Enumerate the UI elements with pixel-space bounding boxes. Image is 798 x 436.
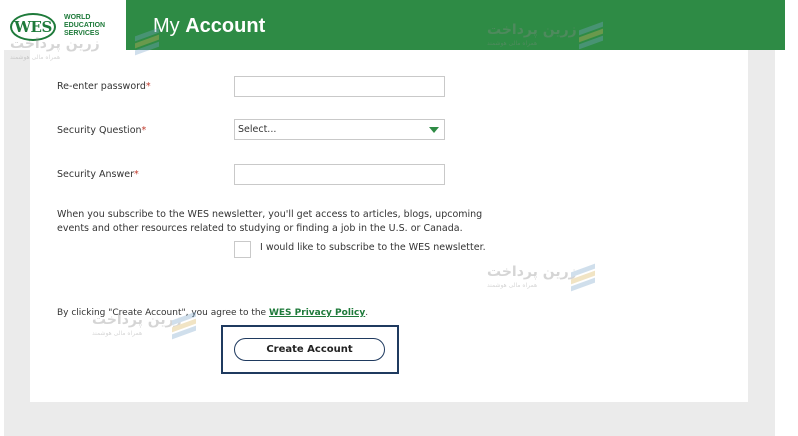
page-title-bold: Account bbox=[185, 15, 266, 37]
wes-logo-text: WORLD EDUCATION SERVICES bbox=[64, 14, 105, 38]
privacy-agreement: By clicking "Create Account", you agree … bbox=[57, 308, 368, 318]
logo-line-world: WORLD bbox=[64, 14, 91, 21]
reenter-password-input[interactable] bbox=[234, 76, 445, 97]
required-asterisk: * bbox=[141, 125, 147, 136]
create-account-button[interactable]: Create Account bbox=[234, 338, 385, 361]
security-answer-input[interactable] bbox=[234, 164, 445, 185]
required-asterisk: * bbox=[134, 169, 139, 180]
page-title-prefix: My bbox=[153, 15, 180, 37]
page: WES WORLD EDUCATION SERVICES My Account … bbox=[0, 0, 798, 436]
security-question-label: Security Question* bbox=[57, 125, 146, 136]
logo-line-services: SERVICES bbox=[64, 30, 100, 37]
site-header: WES WORLD EDUCATION SERVICES My Account bbox=[0, 0, 785, 50]
wes-logo[interactable]: WES WORLD EDUCATION SERVICES bbox=[0, 0, 126, 50]
newsletter-description: When you subscribe to the WES newsletter… bbox=[57, 209, 483, 234]
page-title: My Account bbox=[153, 15, 265, 38]
privacy-agreement-end: . bbox=[365, 308, 369, 318]
privacy-agreement-text: By clicking "Create Account", you agree … bbox=[57, 308, 267, 318]
security-answer-label-text: Security Answer bbox=[57, 169, 135, 180]
newsletter-checkbox[interactable] bbox=[234, 241, 251, 258]
security-question-select[interactable]: Select... bbox=[234, 119, 445, 140]
chevron-down-icon bbox=[429, 127, 439, 133]
security-question-label-text: Security Question bbox=[57, 125, 142, 136]
reenter-password-label: Re-enter password* bbox=[57, 81, 151, 92]
newsletter-checkbox-label[interactable]: I would like to subscribe to the WES new… bbox=[260, 242, 486, 253]
reenter-password-label-text: Re-enter password bbox=[57, 81, 146, 92]
security-answer-label: Security Answer* bbox=[57, 169, 139, 180]
required-asterisk: * bbox=[145, 81, 151, 92]
security-question-selected: Select... bbox=[238, 124, 277, 135]
privacy-policy-link[interactable]: WES Privacy Policy bbox=[269, 308, 365, 318]
logo-line-education: EDUCATION bbox=[64, 22, 106, 29]
wes-logo-mark: WES bbox=[10, 13, 56, 41]
